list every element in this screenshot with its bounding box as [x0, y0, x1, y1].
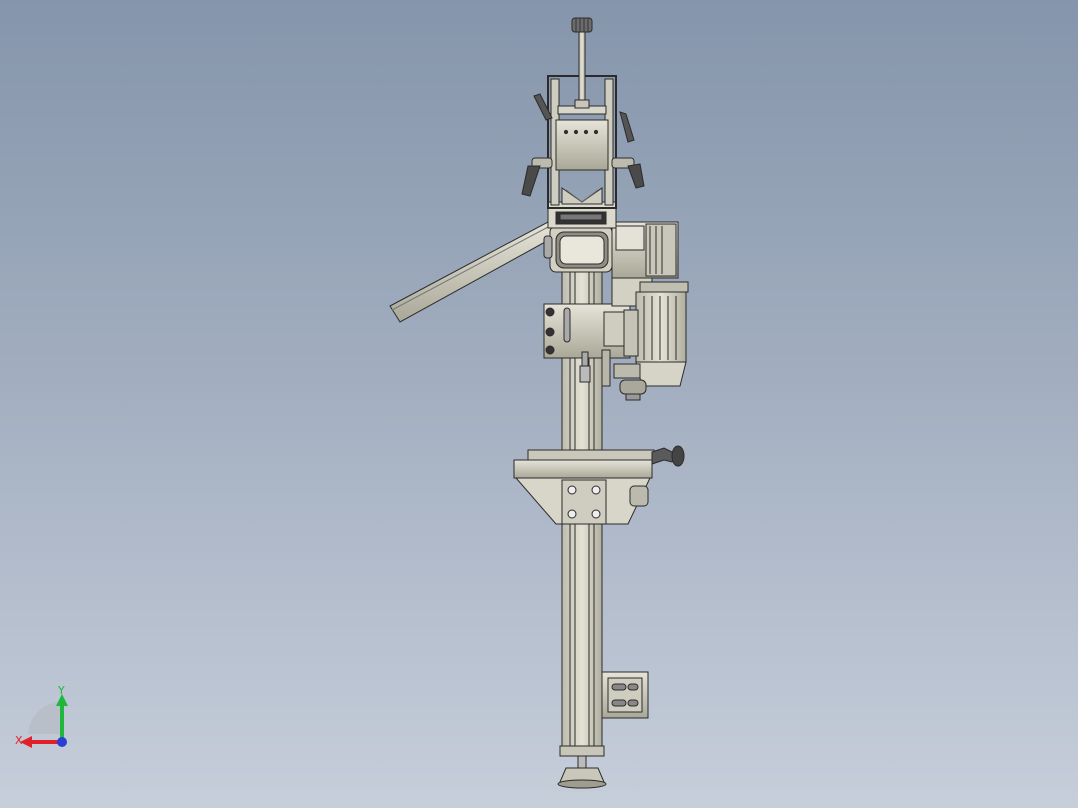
y-axis-label: Y	[57, 686, 65, 697]
z-axis-dot	[57, 737, 67, 747]
roller-axle-cap	[543, 235, 553, 259]
drive-roller	[547, 201, 617, 274]
adjust-knob	[571, 17, 593, 109]
triad-plane-shape	[28, 701, 62, 734]
assembly-model[interactable]	[0, 0, 1078, 808]
feed-chute	[389, 221, 557, 323]
cad-viewport[interactable]: Y X	[0, 0, 1078, 808]
coordinate-triad: Y X	[14, 684, 78, 752]
table-flange	[513, 445, 685, 525]
clamp-screw	[579, 365, 591, 383]
leveling-foot	[557, 755, 607, 789]
wall-bracket	[601, 671, 649, 719]
x-axis-label: X	[15, 734, 23, 747]
